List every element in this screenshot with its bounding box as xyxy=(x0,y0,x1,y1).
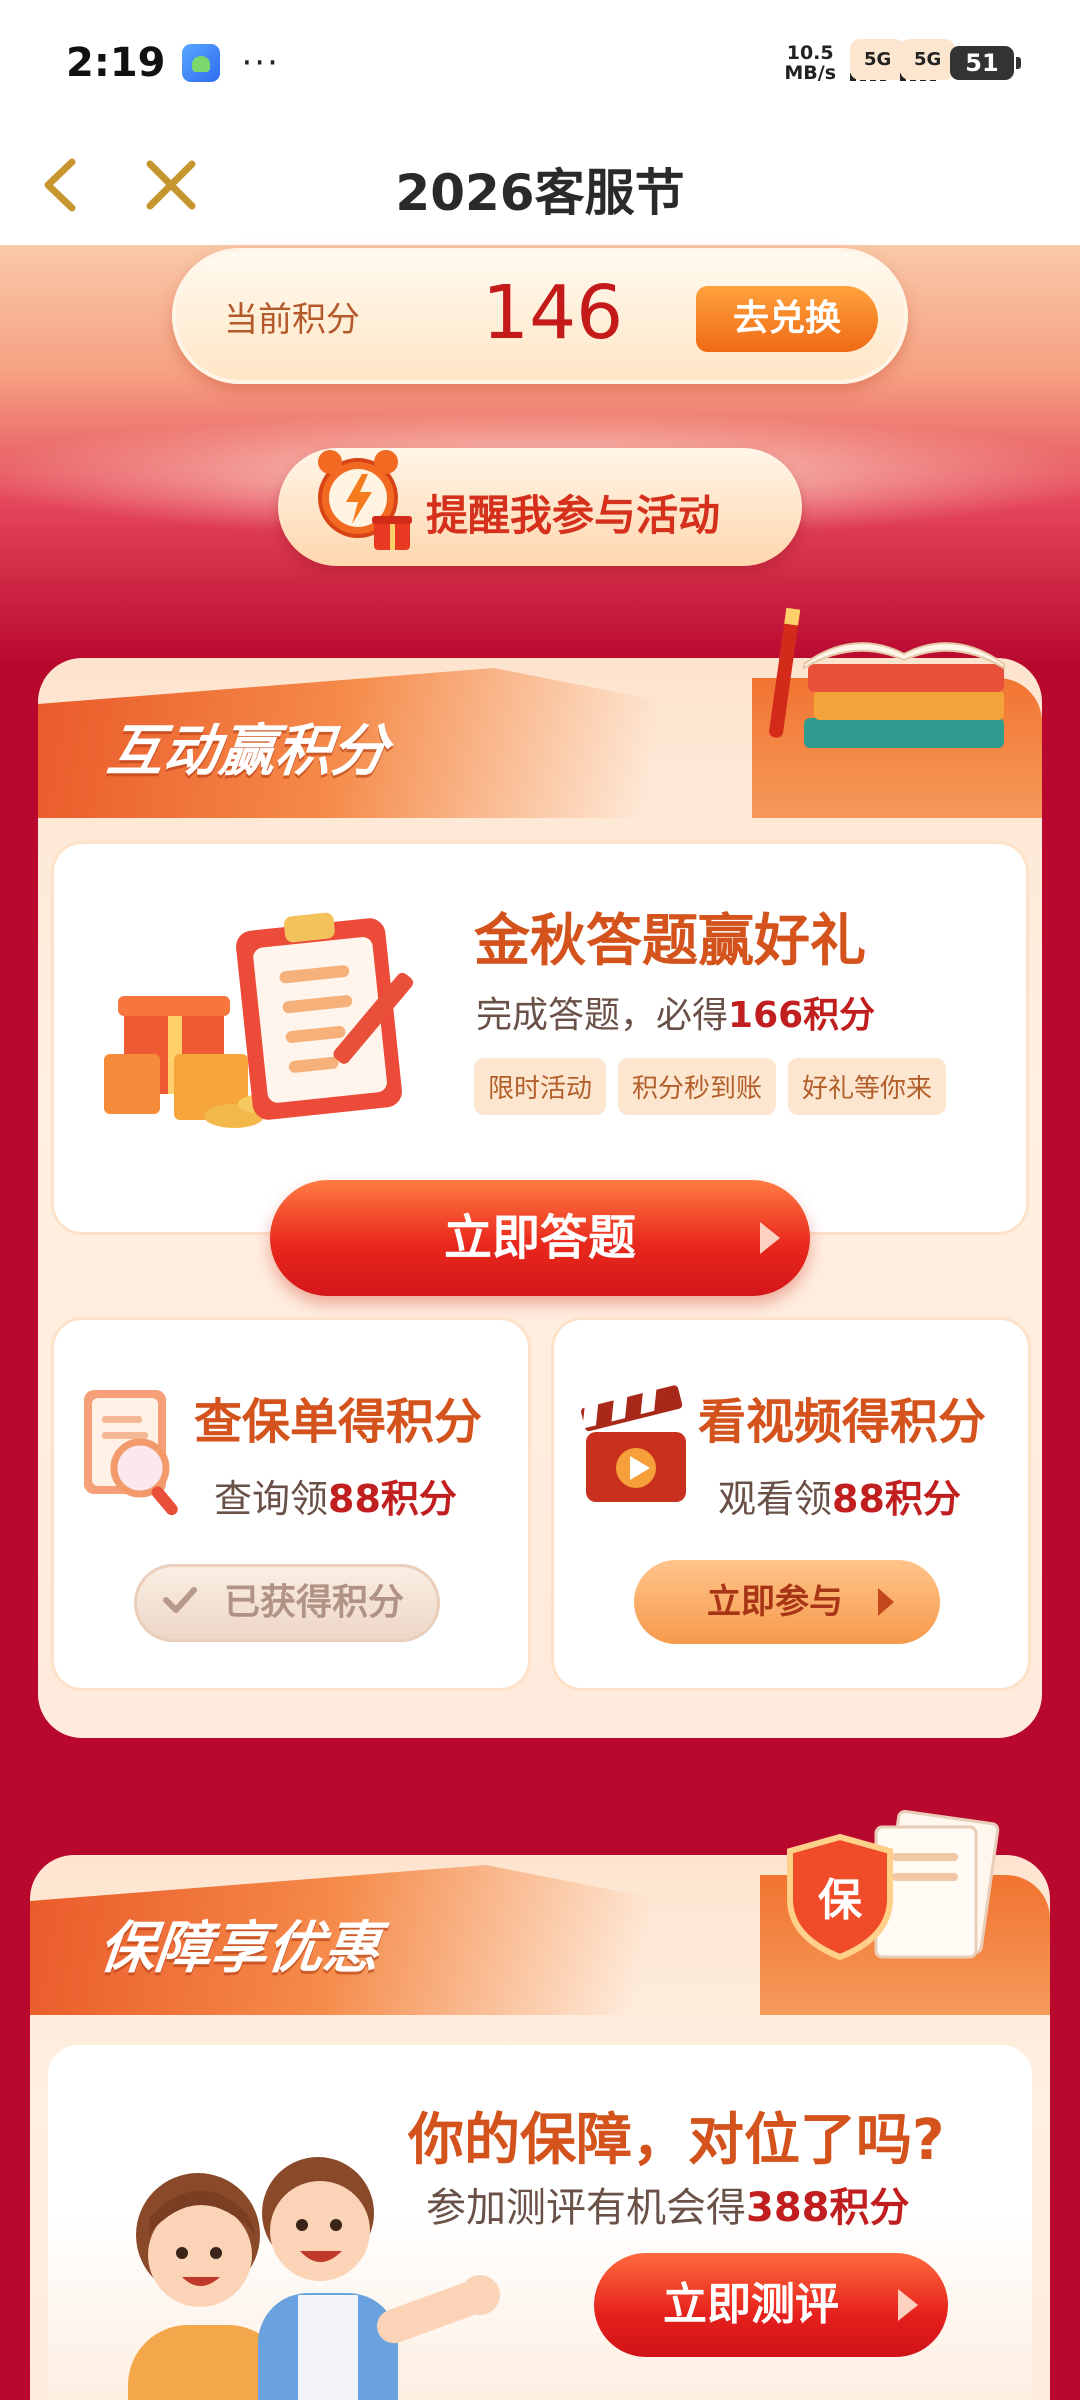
points-obtained-label: 已获得积分 xyxy=(224,1582,405,1623)
arrow-right-icon xyxy=(878,1588,894,1616)
points-panel: 当前积分 146 去兑换 xyxy=(172,248,908,384)
tag-instant: 积分秒到账 xyxy=(618,1058,777,1115)
start-evaluation-button[interactable]: 立即测评 xyxy=(594,2253,948,2357)
more-notifications-icon: ··· xyxy=(241,42,280,83)
policy-card: 查保单得积分 查询领88积分 已获得积分 xyxy=(54,1320,528,1688)
page-title: 2026客服节 xyxy=(395,164,685,222)
network-type-1: 5G xyxy=(850,38,906,80)
join-video-button[interactable]: 立即参与 xyxy=(634,1560,940,1644)
video-card: 看视频得积分 观看领88积分 立即参与 xyxy=(554,1320,1028,1688)
evaluation-title: 你的保障，对位了吗? xyxy=(408,2108,945,2173)
quiz-clipboard-icon xyxy=(104,912,414,1128)
network-speed-unit: MB/s xyxy=(784,61,836,84)
status-time: 2:19 xyxy=(66,39,166,86)
evaluation-reward: 388积分 xyxy=(746,2185,910,2231)
video-title: 看视频得积分 xyxy=(698,1394,987,1450)
interact-section: 互动赢积分 金秋答题赢好礼 完成答题，必得166积分 限时活动 积分秒到账 好礼… xyxy=(38,607,1042,1738)
tag-limited: 限时活动 xyxy=(474,1058,607,1115)
signal-icon-1: 5G xyxy=(850,38,906,81)
points-label: 当前积分 xyxy=(224,300,360,340)
quiz-card: 金秋答题赢好礼 完成答题，必得166积分 限时活动 积分秒到账 好礼等你来 xyxy=(54,844,1026,1232)
policy-description: 查询领88积分 xyxy=(214,1468,457,1523)
evaluation-desc-text: 参加测评有机会得 xyxy=(426,2185,746,2231)
quiz-description: 完成答题，必得166积分 xyxy=(476,986,875,1038)
remind-button[interactable]: 提醒我参与活动 xyxy=(278,448,802,566)
check-icon xyxy=(163,1587,197,1613)
signal-icon-2: 5G xyxy=(900,38,956,81)
shield-glyph: 保 xyxy=(818,1875,863,1926)
exchange-button[interactable]: 去兑换 xyxy=(696,286,878,352)
books-icon xyxy=(769,607,1005,748)
evaluation-description: 参加测评有机会得388积分 xyxy=(426,2175,910,2233)
battery-level: 51 xyxy=(965,48,999,77)
network-speed: 10.5 MB/s xyxy=(784,43,836,83)
tag-gifts: 好礼等你来 xyxy=(788,1058,947,1115)
network-type-2: 5G xyxy=(900,38,956,80)
points-obtained-button: 已获得积分 xyxy=(134,1564,440,1642)
start-evaluation-label: 立即测评 xyxy=(663,2279,839,2330)
start-quiz-button[interactable]: 立即答题 xyxy=(270,1180,810,1296)
video-desc-text: 观看领 xyxy=(718,1477,833,1521)
video-description: 观看领88积分 xyxy=(718,1468,961,1523)
quiz-reward: 166积分 xyxy=(728,995,876,1036)
policy-title: 查保单得积分 xyxy=(194,1394,483,1450)
quiz-title: 金秋答题赢好礼 xyxy=(474,909,866,974)
arrow-right-icon xyxy=(898,2289,918,2321)
status-right: 10.5 MB/s 5G 5G 51 xyxy=(784,38,1021,83)
protect-section: 保障享优惠 保 你的保障，对位了吗? 参加测评有机会得388积分 立即测评 xyxy=(30,1809,1050,2400)
network-speed-value: 10.5 xyxy=(786,41,834,64)
join-video-label: 立即参与 xyxy=(707,1582,843,1622)
points-value: 146 xyxy=(482,270,624,356)
start-quiz-label: 立即答题 xyxy=(443,1210,636,1266)
protect-section-title: 保障享优惠 xyxy=(96,1916,383,1981)
policy-desc-text: 查询领 xyxy=(214,1477,329,1521)
alarm-clock-icon xyxy=(318,450,412,550)
policy-search-icon xyxy=(84,1390,178,1516)
policy-reward: 88积分 xyxy=(328,1477,457,1521)
evaluation-card: 你的保障，对位了吗? 参加测评有机会得388积分 立即测评 xyxy=(48,2045,1032,2400)
app-notification-icon xyxy=(181,43,220,82)
clapperboard-icon xyxy=(581,1385,686,1502)
interact-section-title: 互动赢积分 xyxy=(104,719,391,784)
remind-label: 提醒我参与活动 xyxy=(426,491,721,540)
battery-icon: 51 xyxy=(950,45,1021,80)
quiz-desc-text: 完成答题，必得 xyxy=(476,995,729,1036)
quiz-tags: 限时活动 积分秒到账 好礼等你来 xyxy=(474,1058,947,1115)
video-reward: 88积分 xyxy=(832,1477,961,1521)
shield-document-icon: 保 xyxy=(787,1809,1000,1961)
nav-bar: 2026客服节 xyxy=(0,125,1080,245)
status-bar: 2:19 ··· 10.5 MB/s 5G 5G 51 xyxy=(0,0,1080,125)
arrow-right-icon xyxy=(760,1222,780,1254)
